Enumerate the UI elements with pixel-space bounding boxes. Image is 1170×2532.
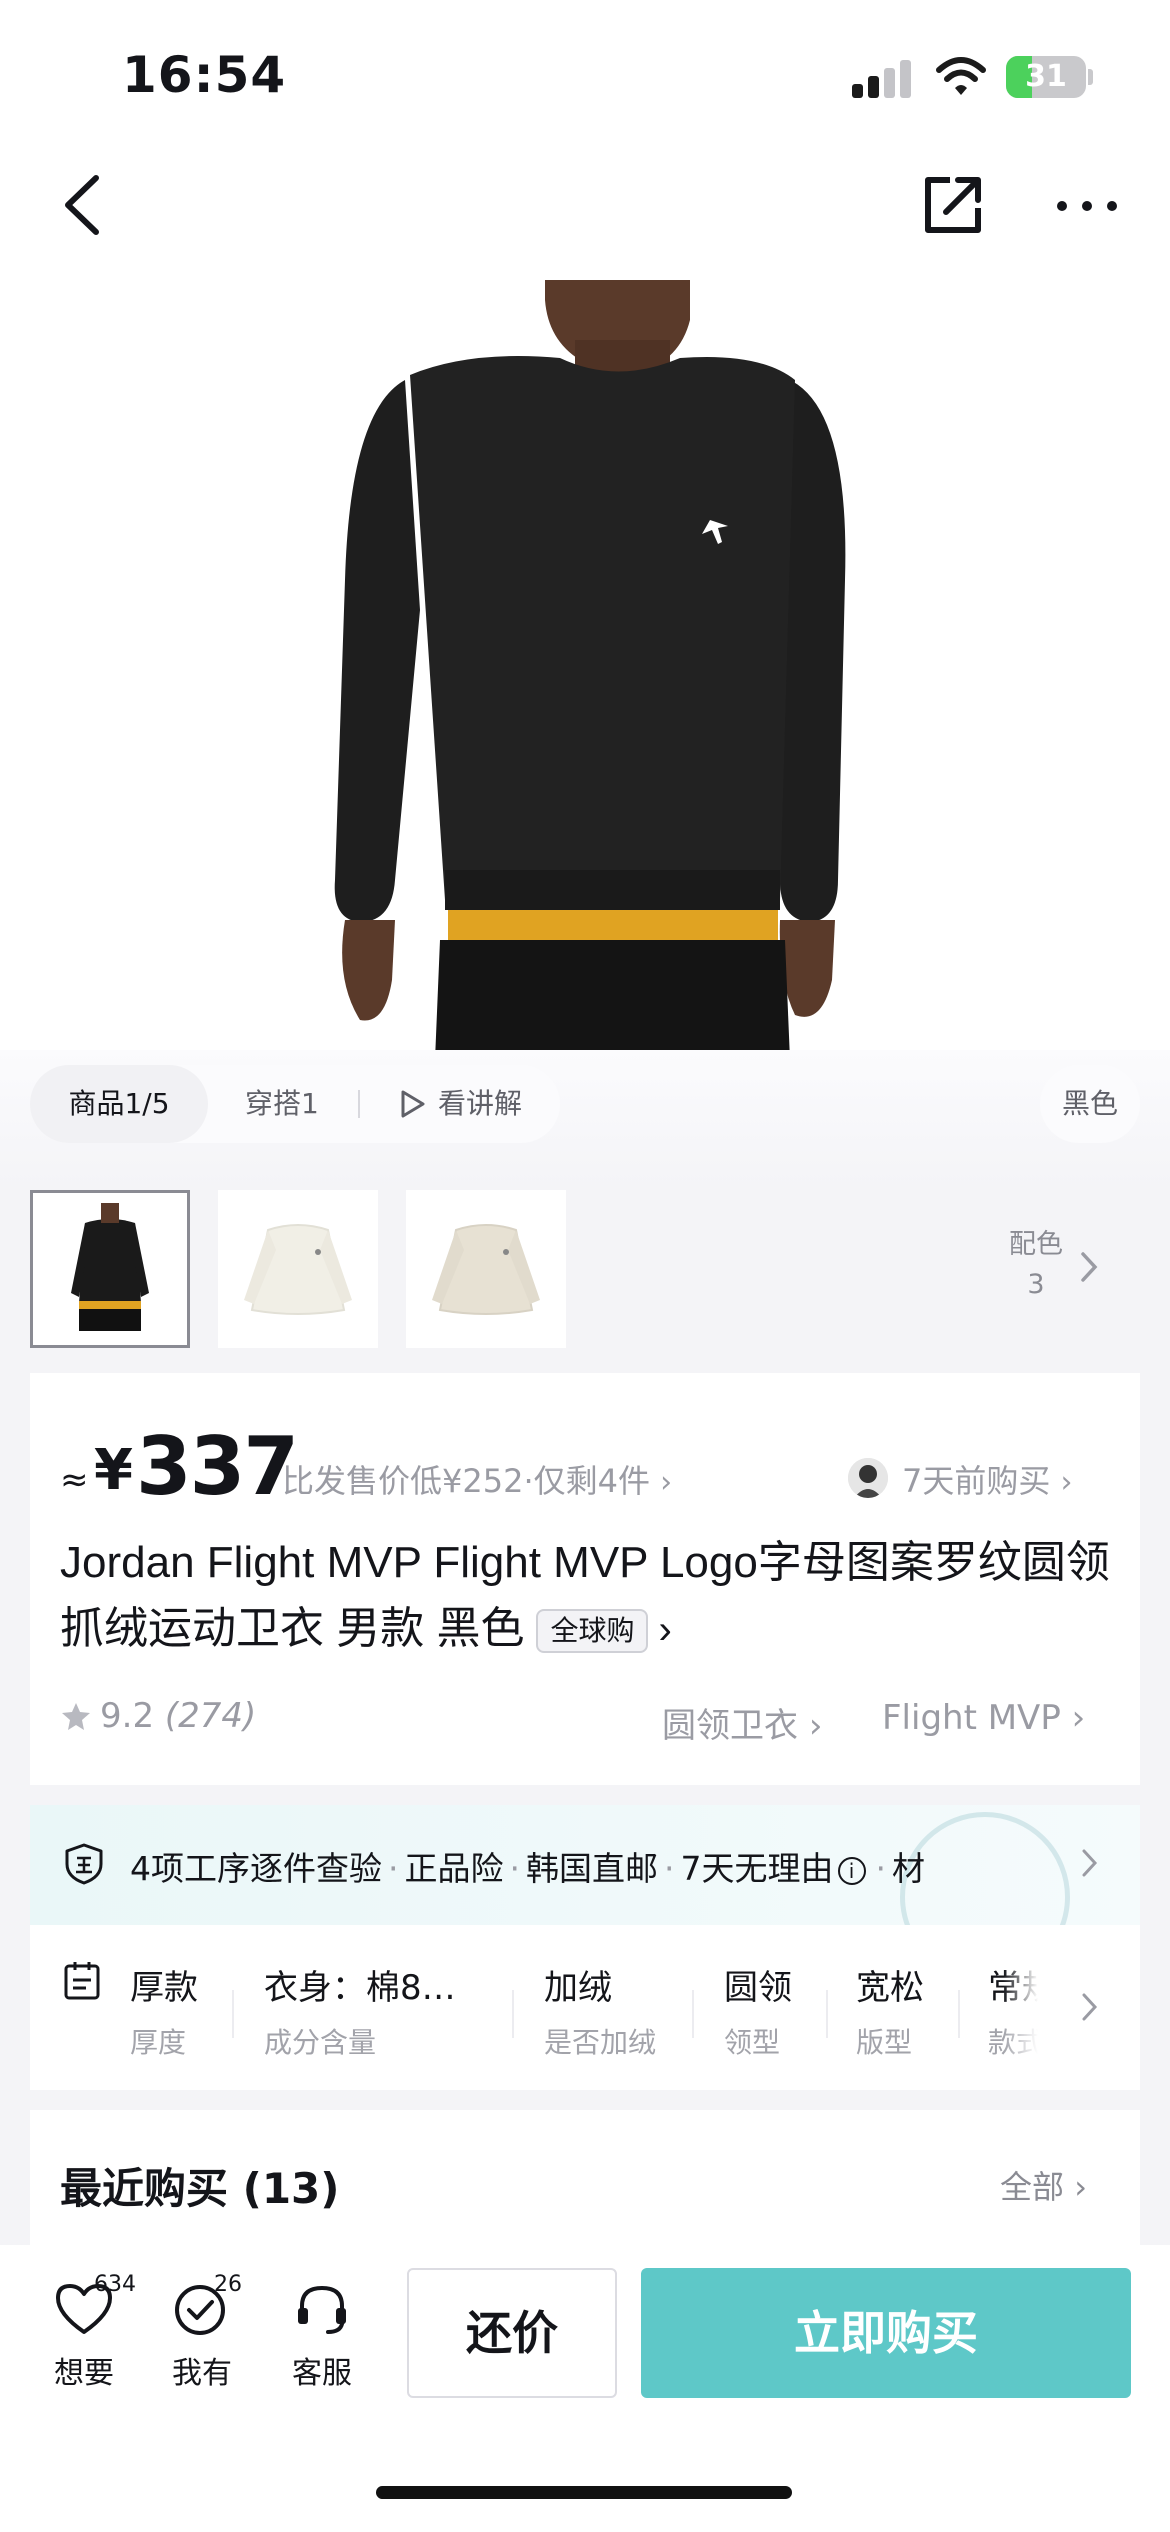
product-price: 337 (136, 1420, 299, 1513)
separator: · (388, 1849, 399, 1888)
sweatshirt-illustration (0, 280, 1170, 1060)
want-label: 想要 (54, 2356, 114, 2391)
separator: · (509, 1849, 521, 1888)
attribute-material: 衣身：棉8… 成分含量 (264, 1968, 456, 2059)
avatar (848, 1458, 888, 1498)
thumbnail-cream-image (406, 1190, 566, 1348)
rating-count: (274) (164, 1696, 257, 1736)
color-thumbnail-white[interactable] (218, 1190, 378, 1348)
price-note-text: 比发售价低¥252·仅剩4件 (282, 1462, 650, 1500)
chevron-right-icon: › (808, 1706, 823, 1746)
chevron-right-icon: › (1074, 2168, 1087, 2206)
series-link-text: Flight MVP (882, 1698, 1061, 1738)
own-count: 26 (214, 2272, 242, 2297)
attribute-style: 常规 款式 (988, 1968, 1038, 2059)
wifi-icon (936, 57, 986, 95)
guarantee-list: 4项工序逐件查验 · 正品险 · 韩国直邮 · 7天无理由 i · 材 (130, 1842, 1010, 1890)
chevron-right-icon: › (1060, 1465, 1073, 1500)
play-icon (401, 1090, 425, 1118)
global-purchase-tag: 全球购 (536, 1609, 649, 1654)
rating-score: 9.2 (100, 1696, 155, 1736)
bargain-button[interactable]: 还价 (407, 2268, 617, 2398)
recent-buyer[interactable]: 7天前购买 › (902, 1456, 1073, 1502)
divider (692, 1990, 694, 2038)
more-icon[interactable] (1052, 176, 1122, 236)
back-icon[interactable] (54, 170, 114, 240)
battery-cap (1088, 69, 1093, 85)
battery-icon: 31 (1006, 56, 1086, 98)
divider (512, 1990, 514, 2038)
divider (958, 1990, 960, 2038)
rating[interactable]: 9.2 (274) (100, 1696, 256, 1736)
current-color[interactable]: 黑色 (1040, 1065, 1140, 1143)
recent-buyer-text: 7天前购买 (902, 1462, 1051, 1500)
attribute-collar: 圆领 领型 (724, 1968, 792, 2059)
chevron-right-icon (1081, 1252, 1098, 1282)
tab-product[interactable]: 商品1/5 (30, 1065, 208, 1143)
attribute-fit: 宽松 版型 (856, 1968, 924, 2059)
thumbnail-white-image (218, 1190, 378, 1348)
status-time: 16:54 (122, 46, 287, 104)
home-indicator[interactable] (376, 2486, 792, 2499)
separator: · (664, 1849, 675, 1888)
want-count: 634 (94, 2272, 136, 2297)
guarantee-item: 韩国直邮 (526, 1849, 658, 1888)
currency-symbol: ¥ (94, 1438, 133, 1503)
guarantee-item: 7天无理由 (680, 1849, 834, 1888)
approx-symbol: ≈ (60, 1460, 89, 1500)
separator: · (875, 1849, 887, 1888)
product-title[interactable]: Jordan Flight MVP Flight MVP Logo字母图案罗纹圆… (60, 1530, 1110, 1663)
customer-service-label: 客服 (292, 2356, 352, 2391)
chevron-right-icon (1082, 1993, 1098, 2021)
buy-now-button[interactable]: 立即购买 (641, 2268, 1131, 2398)
star-icon (62, 1703, 90, 1730)
cellular-signal-icon (852, 58, 914, 98)
guarantee-item: 4项工序逐件查验 (130, 1849, 382, 1888)
buyer-avatar-image (848, 1458, 888, 1498)
chevron-right-icon: › (660, 1465, 673, 1500)
tab-video[interactable]: 看讲解 (438, 1065, 522, 1143)
share-icon[interactable] (920, 172, 986, 238)
product-image[interactable] (0, 280, 1170, 1060)
divider (826, 1990, 828, 2038)
info-icon[interactable]: i (837, 1856, 866, 1885)
chevron-right-icon: › (658, 1608, 672, 1652)
category-link-text: 圆领卫衣 (662, 1706, 798, 1746)
view-all-link[interactable]: 全部 › (1000, 2162, 1087, 2208)
thumbnail-black-image (33, 1193, 187, 1345)
color-thumbnail-cream[interactable] (406, 1190, 566, 1348)
guarantee-item: 正品险 (404, 1849, 504, 1888)
nav-bar (0, 150, 1170, 280)
headset-icon (298, 2285, 346, 2334)
divider (232, 1990, 234, 2038)
own-label: 我有 (172, 2356, 232, 2391)
battery-level: 31 (1025, 59, 1067, 94)
category-link[interactable]: 圆领卫衣 › (662, 1698, 822, 1747)
guarantee-item: 材 (892, 1849, 925, 1888)
tab-outfit[interactable]: 穿搭1 (245, 1065, 319, 1143)
attribute-fleece: 加绒 是否加绒 (544, 1968, 657, 2059)
shield-icon (65, 1843, 103, 1885)
attribute-thickness: 厚款 厚度 (130, 1968, 198, 2059)
color-thumbnail-black[interactable] (30, 1190, 190, 1348)
clipboard-icon (64, 1962, 100, 2000)
customer-service-button[interactable]: 客服 (272, 2280, 372, 2392)
chevron-right-icon (1082, 1849, 1098, 1877)
tab-divider (358, 1090, 360, 1118)
recent-purchases-title: 最近购买 (13) (60, 2164, 340, 2213)
chevron-right-icon: › (1071, 1698, 1086, 1738)
series-link[interactable]: Flight MVP › (882, 1698, 1085, 1738)
view-all-label: 全部 (1000, 2168, 1065, 2206)
price-note[interactable]: 比发售价低¥252·仅剩4件 › (282, 1456, 672, 1502)
